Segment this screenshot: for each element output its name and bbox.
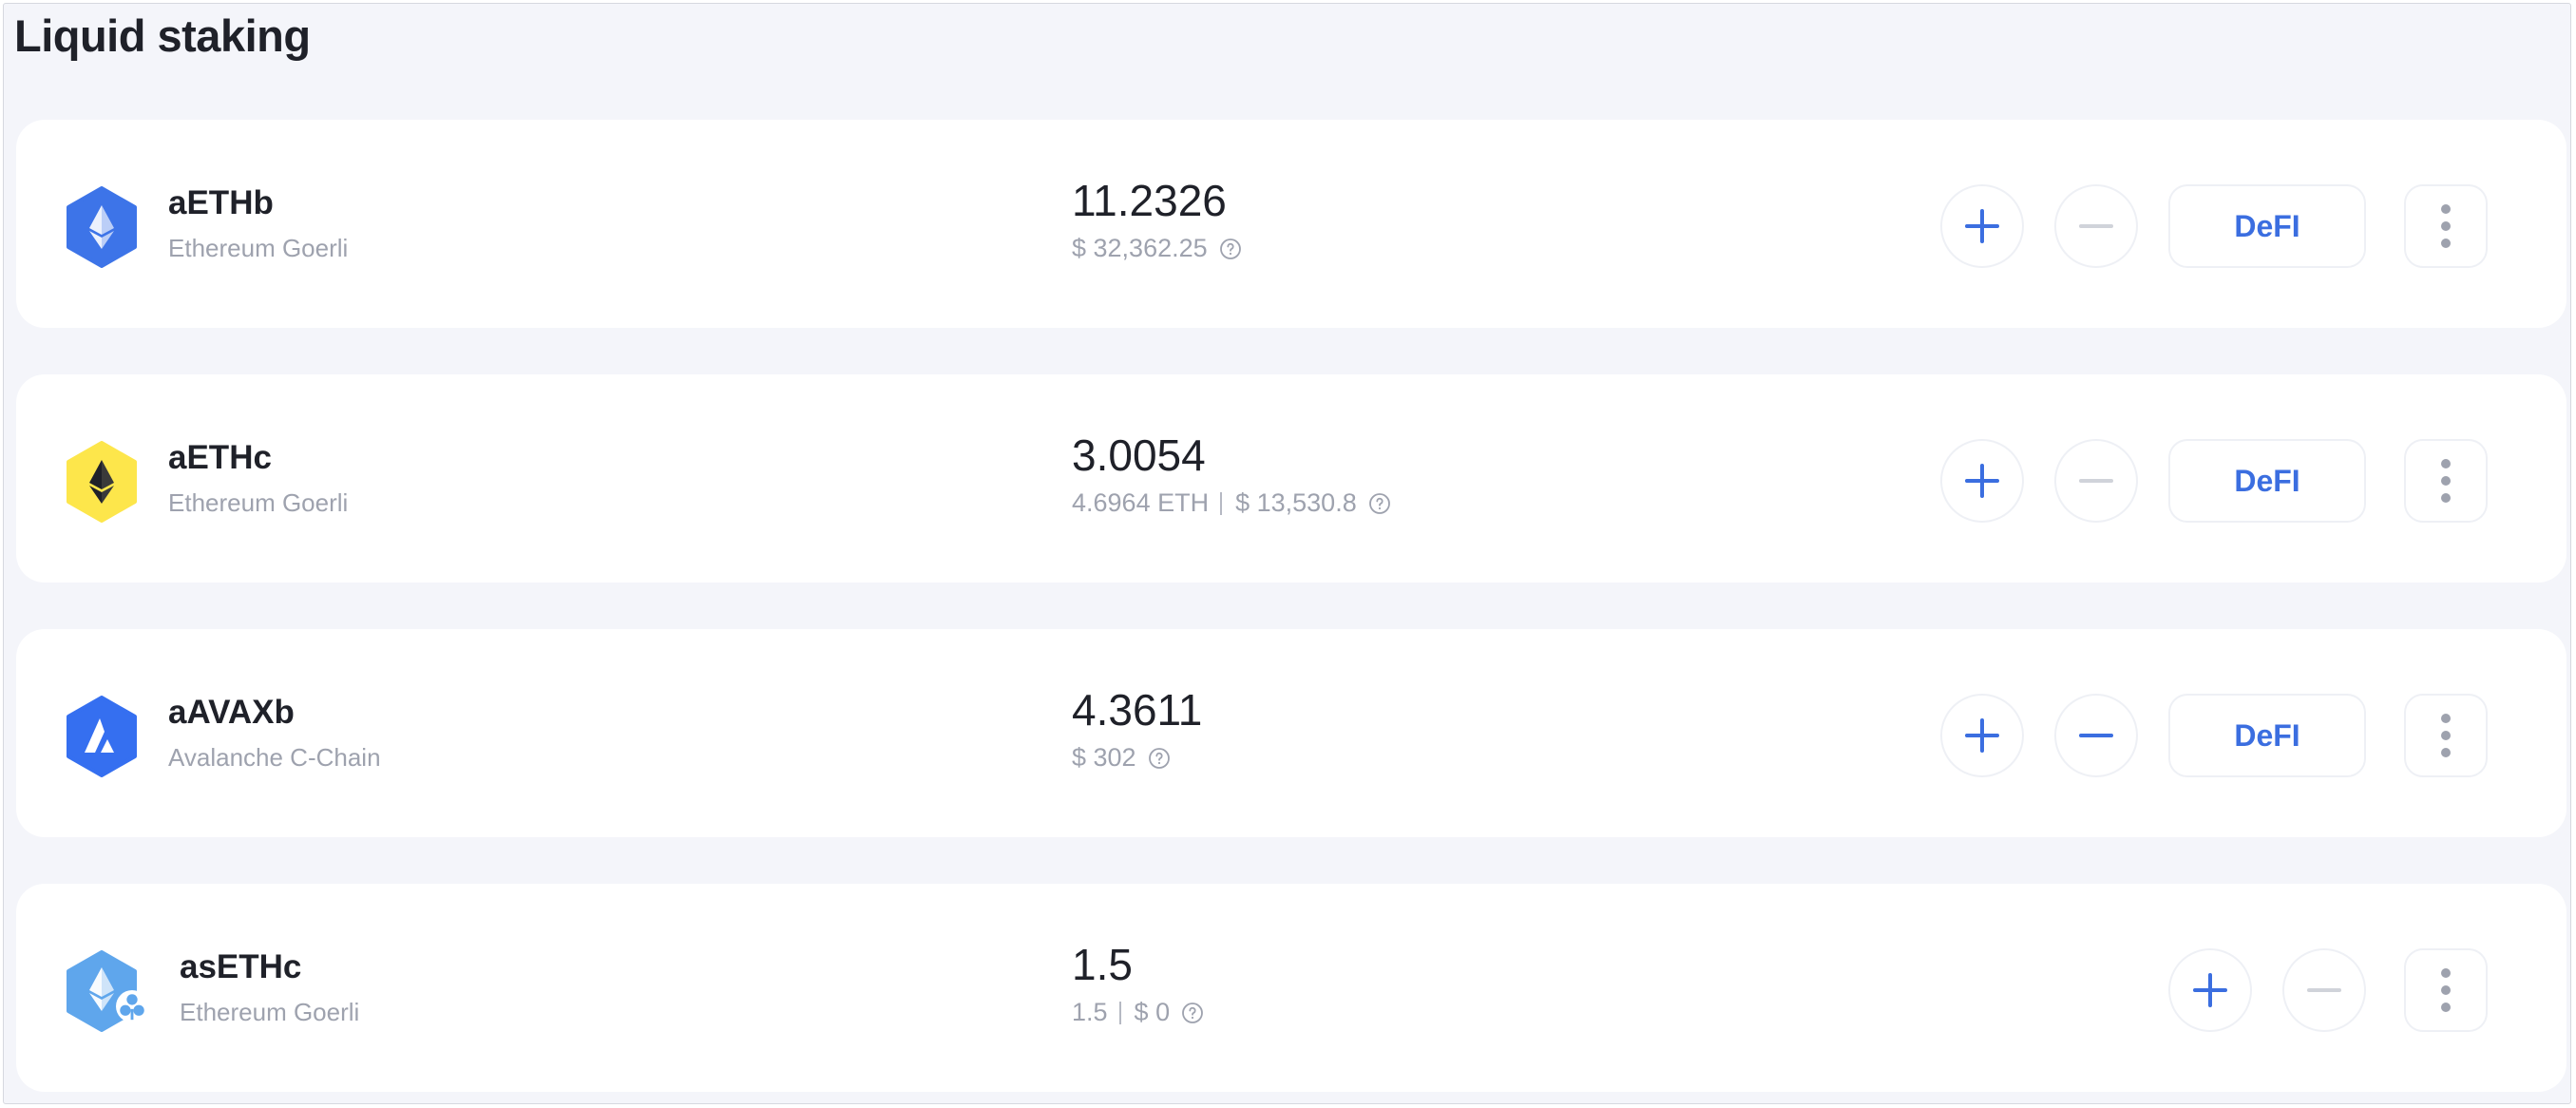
more-options-button[interactable]: [2404, 184, 2488, 268]
minus-icon: [2079, 479, 2113, 483]
avalanche-hexagon-icon: [64, 696, 140, 777]
asset-network: Avalanche C-Chain: [168, 743, 381, 772]
asset-card-aavaxb: aAVAXb Avalanche C-Chain 4.3611 $ 302 De…: [16, 629, 2566, 837]
more-options-button[interactable]: [2404, 694, 2488, 777]
more-vertical-icon: [2441, 968, 2451, 1012]
more-vertical-icon: [2441, 459, 2451, 503]
unstake-button[interactable]: [2282, 948, 2366, 1032]
plus-icon: [1965, 209, 1999, 243]
asset-card-asethc: asETHc Ethereum Goerli 1.5 1.5 $ 0: [16, 884, 2566, 1092]
add-stake-button[interactable]: [1940, 439, 2024, 523]
help-circle-icon[interactable]: [1368, 492, 1391, 515]
asset-usd-line: 1.5 $ 0: [1072, 998, 1204, 1027]
more-vertical-icon: [2441, 714, 2451, 757]
defi-button[interactable]: DeFI: [2168, 184, 2366, 268]
secondary-amount: 4.6964 ETH: [1072, 488, 1210, 517]
asset-card-aethc: aETHc Ethereum Goerli 3.0054 4.6964 ETH …: [16, 374, 2566, 583]
add-stake-button[interactable]: [1940, 184, 2024, 268]
defi-button[interactable]: DeFI: [2168, 694, 2366, 777]
more-vertical-icon: [2441, 204, 2451, 248]
asset-name: aAVAXb: [168, 694, 295, 731]
usd-value: $ 302: [1072, 743, 1136, 772]
staking-badge-icon: [116, 990, 148, 1022]
secondary-amount: 1.5: [1072, 998, 1108, 1026]
usd-value: $ 0: [1134, 998, 1171, 1026]
plus-icon: [1965, 464, 1999, 498]
asset-amount: 1.5: [1072, 940, 1133, 989]
asset-usd-line: $ 302: [1072, 743, 1171, 773]
help-circle-icon[interactable]: [1219, 238, 1242, 260]
asset-network: Ethereum Goerli: [168, 234, 349, 262]
usd-value: $ 13,530.8: [1235, 488, 1357, 517]
asset-amount: 11.2326: [1072, 176, 1227, 225]
divider: [1220, 491, 1223, 515]
unstake-button[interactable]: [2054, 694, 2138, 777]
minus-icon: [2307, 988, 2341, 992]
asset-amount: 4.3611: [1072, 685, 1203, 735]
defi-button[interactable]: DeFI: [2168, 439, 2366, 523]
unstake-button[interactable]: [2054, 439, 2138, 523]
ethereum-blue-hexagon-icon: [64, 186, 140, 268]
asset-name: aETHc: [168, 439, 272, 476]
unstake-button[interactable]: [2054, 184, 2138, 268]
asset-card-aethb: aETHb Ethereum Goerli 11.2326 $ 32,362.2…: [16, 120, 2566, 328]
section-title: Liquid staking: [14, 10, 311, 61]
asset-amount: 3.0054: [1072, 430, 1206, 480]
minus-icon: [2079, 734, 2113, 737]
add-stake-button[interactable]: [1940, 694, 2024, 777]
asset-network: Ethereum Goerli: [168, 488, 349, 517]
help-circle-icon[interactable]: [1181, 1002, 1204, 1024]
more-options-button[interactable]: [2404, 439, 2488, 523]
add-stake-button[interactable]: [2168, 948, 2252, 1032]
asset-name: asETHc: [180, 948, 302, 985]
ethereum-yellow-hexagon-icon: [64, 441, 140, 523]
help-circle-icon[interactable]: [1148, 747, 1171, 770]
more-options-button[interactable]: [2404, 948, 2488, 1032]
asset-name: aETHb: [168, 184, 274, 221]
liquid-staking-panel: Liquid staking aETHb Ethereum Goerli 11.…: [3, 3, 2571, 1104]
ethereum-light-hexagon-icon: [64, 950, 148, 1032]
asset-network: Ethereum Goerli: [180, 998, 360, 1026]
asset-usd-line: $ 32,362.25: [1072, 234, 1242, 263]
plus-icon: [2193, 973, 2227, 1007]
usd-value: $ 32,362.25: [1072, 234, 1208, 262]
minus-icon: [2079, 224, 2113, 228]
plus-icon: [1965, 718, 1999, 753]
asset-usd-line: 4.6964 ETH $ 13,530.8: [1072, 488, 1391, 518]
divider: [1118, 1001, 1121, 1024]
